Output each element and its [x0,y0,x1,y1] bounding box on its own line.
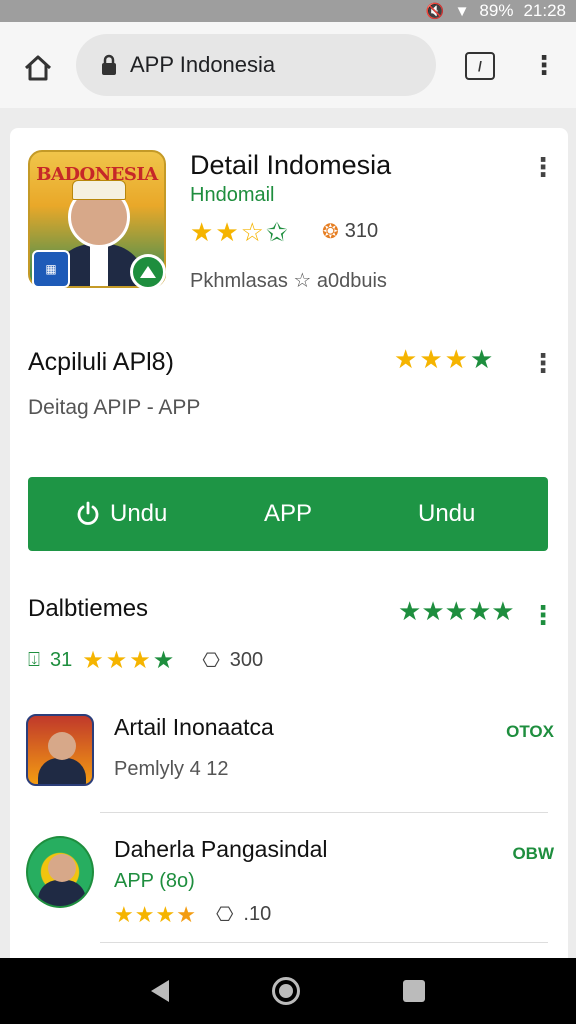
install-label-2: APP [264,500,313,527]
star-icon: ★ [491,596,515,626]
list-item-subtitle: APP (8o) [114,870,195,892]
bag-icon: ⎔ [202,650,220,672]
stat-count-1: 31 [50,649,73,671]
star-icon: ★ [129,646,151,674]
portrait-suit [38,758,86,784]
play-badge-icon [130,254,166,290]
review-count: ❂ 310 [322,219,378,244]
browser-toolbar: APP Indonesia / ⋮ [0,22,576,108]
portrait-face [48,732,76,760]
section-2-stats: ⍗ 31 ★ ★ ★ ★ ⎔ 300 [28,648,263,673]
battery-level: 89% [479,1,514,20]
star-icon: ★ [134,901,155,927]
lock-icon [102,54,116,75]
review-count-value: 310 [344,220,379,242]
portrait-suit [38,880,86,906]
section-more-button[interactable]: ⋮ [530,350,556,376]
clock: 21:28 [523,1,566,20]
url-bar[interactable]: APP Indonesia [76,34,436,96]
thumb-icon: ⍗ [28,649,40,671]
divider [100,812,548,813]
list-item-title: Daherla Pangasindal [114,836,328,862]
star-icon: ★ [444,596,468,626]
star-icon: ★ [152,646,175,674]
install-label-3: Undu [418,500,476,527]
section-2-stars: ★ ★ ★ ★ ★ [398,598,515,624]
tab-switcher-button[interactable]: / [465,52,495,80]
home-circle-icon[interactable] [271,977,300,1005]
developer-name[interactable]: Hndomail [190,184,274,207]
star-icon: ★ [394,344,418,374]
install-label-1-text: Undu [110,500,168,527]
list-item-count: .10 [243,903,272,925]
install-label-1: Undu [76,500,167,528]
stat-count-2: 300 [229,649,264,671]
bag-icon: ⎔ [215,904,234,926]
star-icon: ★ [398,596,422,626]
star-icon: ★ [467,596,492,626]
meta-label: Pkhmlasas [190,270,288,292]
star-icon: ★ [114,901,134,927]
star-icon: ★ [190,217,214,247]
star-icon: ★ [176,901,196,927]
list-app-icon [26,836,94,908]
section-subtitle: Deitag APIP - APP [28,396,201,419]
star-icon: ★ [469,344,494,374]
list-item-meta: ★ ★ ★ ★ ⎔ .10 [114,902,271,927]
section-rating-stars: ★ ★ ★ ★ [394,346,493,372]
star-icon: ★ [155,901,176,927]
portrait-shirt [90,244,108,286]
star-icon: ★ [82,646,104,674]
list-item-stars: ★ ★ ★ ★ [114,901,196,927]
section-2-more-button[interactable]: ⋮ [530,602,556,628]
wifi-icon: ▼ [454,2,470,20]
app-detail-card: BADONESIA ▦ Detail Indomesia ⋮ Hndomail … [10,128,568,1024]
section-2-title: Dalbtiemes [28,595,149,622]
star-icon: ★ [215,217,239,247]
app-title: Detail Indomesia [190,150,392,180]
home-icon [24,55,52,81]
home-button[interactable] [20,50,56,86]
leaf-icon: ❂ [322,221,339,243]
url-text: APP Indonesia [130,52,276,77]
app-meta: Pkhmlasas ☆ a0dbuis [190,268,387,293]
app-rating-stars: ★ ★ ☆ ✩ [190,219,288,245]
list-item[interactable]: Daherla Pangasindal APP (8o) OBW ★ ★ ★ ★… [24,836,554,946]
list-item-title: Artail Inonaatca [114,714,274,740]
status-bar: 🔇 ▼ 89% 21:28 [0,0,576,22]
portrait-cap [72,180,126,200]
recents-icon[interactable] [402,980,425,1002]
star-icon: ★ [421,596,445,626]
app-more-button[interactable]: ⋮ [530,154,556,180]
star-icon: ★ [444,344,468,374]
more-vert-icon: ⋮ [531,49,557,80]
list-item-side-label: OBW [512,844,554,863]
list-item-subtitle: Pemlyly 4 12 [114,758,229,780]
mute-icon: 🔇 [425,3,445,20]
app-badge-icon: ▦ [32,250,70,288]
tab-switcher-icon: / [478,58,482,74]
stat-stars: ★ ★ ★ ★ [82,646,175,674]
star-icon: ★ [105,646,128,674]
meta-extra: a0dbuis [316,270,387,292]
list-item[interactable]: Artail Inonaatca Pemlyly 4 12 OTOX [24,714,554,824]
install-button[interactable]: Undu APP Undu [28,477,548,551]
star-outline-icon: ✩ [265,217,288,247]
list-app-icon [26,714,94,786]
divider [100,942,548,943]
list-item-side-label: OTOX [506,722,554,741]
back-icon[interactable] [151,980,170,1002]
power-icon [77,501,99,525]
system-nav-bar [0,958,576,1024]
star-outline-icon: ☆ [240,217,264,247]
browser-menu-button[interactable]: ⋮ [530,48,558,82]
star-outline-icon: ☆ [293,270,312,292]
star-icon: ★ [419,344,443,374]
portrait-face [48,854,76,882]
section-title: Acpiluli APl8) [28,348,174,376]
